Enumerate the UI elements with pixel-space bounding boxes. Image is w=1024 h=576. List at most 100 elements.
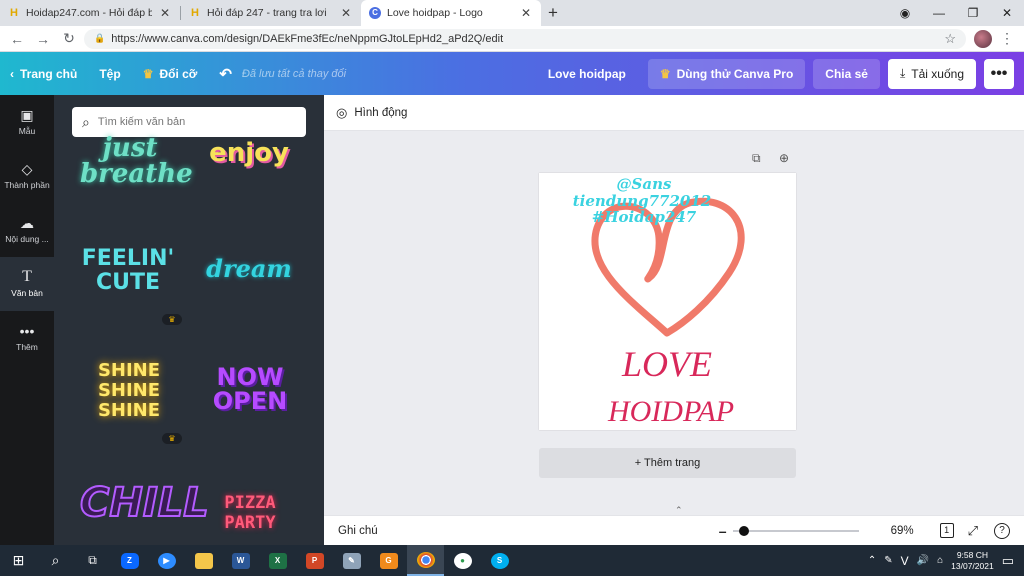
task-view-icon: ⧉ xyxy=(88,553,97,567)
word-app[interactable]: W xyxy=(222,545,259,576)
vertical-scrollbar[interactable] xyxy=(1016,131,1022,491)
browser-tab-bar: H Hoidap247.com - Hỏi đáp bài tập ✕ H Hỏ… xyxy=(0,0,1024,26)
close-window-icon[interactable]: ✕ xyxy=(990,6,1024,20)
more-options-button[interactable]: ••• xyxy=(984,58,1014,89)
search-taskbar-button[interactable]: ⌕ xyxy=(37,545,74,576)
design-name[interactable]: Love hoidpap xyxy=(548,67,626,81)
canva-favicon-icon: C xyxy=(369,7,381,19)
bookmark-star-icon[interactable]: ☆ xyxy=(944,31,956,47)
sticker-chill[interactable]: CHILL xyxy=(79,482,210,524)
sticker-feelin-cute[interactable]: FEELIN' CUTE xyxy=(80,247,176,295)
volume-icon[interactable]: 🔊 xyxy=(917,555,929,566)
forward-icon[interactable]: → xyxy=(32,31,54,47)
share-button[interactable]: Chia sẻ xyxy=(813,58,880,89)
sticker-shine[interactable]: SHINE SHINE SHINE xyxy=(92,361,166,421)
add-page-icon[interactable]: ⊕ xyxy=(779,151,789,165)
file-menu-button[interactable]: Tệp xyxy=(99,67,120,81)
new-tab-button[interactable]: + xyxy=(541,0,565,26)
browser-tab-3[interactable]: C Love hoidpap - Logo ✕ xyxy=(361,0,541,26)
sticker-just-breathe[interactable]: just breathe xyxy=(80,135,193,187)
powerpoint-app[interactable]: P xyxy=(296,545,333,576)
left-sidebar-rail: ▣ Mẫu ◇ Thành phần ☁ Nội dung ... T Văn … xyxy=(0,95,54,545)
browser-icon: ● xyxy=(453,552,472,569)
zoom-app[interactable]: ▶ xyxy=(148,545,185,576)
undo-button[interactable]: ↶ xyxy=(219,65,232,83)
rail-item-more[interactable]: ••• Thêm xyxy=(0,311,54,365)
notification-icon[interactable]: ▭ xyxy=(1002,553,1014,569)
zoom-slider-knob[interactable] xyxy=(738,525,749,536)
sticker-dream[interactable]: dream xyxy=(199,257,299,281)
rail-item-templates[interactable]: ▣ Mẫu xyxy=(0,95,54,149)
url-text[interactable]: https://www.canva.com/design/DAEkFme3fEc… xyxy=(111,33,938,45)
layout-icon: ▣ xyxy=(20,107,34,123)
notes-button[interactable]: Ghi chú xyxy=(338,525,378,537)
clock[interactable]: 9:58 CH 13/07/2021 xyxy=(951,550,994,572)
chevron-left-icon: ‹ xyxy=(10,66,14,81)
skype-app[interactable]: S xyxy=(481,545,518,576)
chrome-app[interactable] xyxy=(407,545,444,576)
tray-chevron-icon[interactable]: ⌃ xyxy=(868,555,876,566)
home-button[interactable]: ‹ Trang chủ xyxy=(10,67,77,81)
paint-app[interactable]: ✎ xyxy=(333,545,370,576)
zalo-app[interactable]: Z xyxy=(111,545,148,576)
tab-title: Love hoidpap - Logo xyxy=(387,7,483,19)
excel-app[interactable]: X xyxy=(259,545,296,576)
zoom-level[interactable]: 69% xyxy=(891,525,914,537)
browser-tab-1[interactable]: H Hoidap247.com - Hỏi đáp bài tập ✕ xyxy=(0,0,180,26)
rail-label: Văn bản xyxy=(11,288,43,298)
tab-search-icon[interactable]: ◉ xyxy=(888,6,922,20)
chrome-icon xyxy=(416,551,435,568)
sticker-pizza-party[interactable]: PIZZA PARTY xyxy=(212,493,288,533)
search-input[interactable] xyxy=(97,116,278,128)
unikey-app[interactable]: G xyxy=(370,545,407,576)
fullscreen-icon[interactable]: ⤢ xyxy=(968,523,978,539)
rail-item-elements[interactable]: ◇ Thành phần xyxy=(0,149,54,203)
elements-icon: ◇ xyxy=(21,161,33,177)
system-tray: ⌃ ✎ V 🔊 ⌂ 9:58 CH 13/07/2021 ▭ xyxy=(868,545,1024,576)
zoom-out-icon[interactable]: – xyxy=(719,523,727,539)
reload-icon[interactable]: ↻ xyxy=(58,30,80,47)
unikey-tray-icon[interactable]: ✎ xyxy=(884,555,892,566)
page-count-badge[interactable]: 1 xyxy=(939,523,954,538)
search-icon: ⌕ xyxy=(51,552,60,568)
try-pro-label: Dùng thử Canva Pro xyxy=(676,66,794,81)
animate-icon[interactable]: ◎ xyxy=(336,105,347,121)
url-field[interactable]: 🔒 https://www.canva.com/design/DAEkFme3f… xyxy=(84,28,966,49)
animate-button[interactable]: Hình động xyxy=(354,107,407,119)
lock-icon[interactable]: 🔒 xyxy=(94,33,105,44)
editor-bottom-bar: Ghi chú – 69% 1 ⤢ ? xyxy=(324,515,1024,545)
close-tab-icon[interactable]: ✕ xyxy=(339,6,353,20)
design-page[interactable]: @Sans tiendung772012 #Hoidap247 LOVE HOI… xyxy=(539,173,796,430)
profile-avatar[interactable] xyxy=(974,29,992,48)
rail-label: Thêm xyxy=(16,342,38,352)
close-tab-icon[interactable]: ✕ xyxy=(158,6,172,20)
minimize-icon[interactable]: — xyxy=(922,6,956,20)
resize-button[interactable]: ♛ Đổi cỡ xyxy=(143,67,198,81)
zoom-slider[interactable] xyxy=(732,525,859,536)
network-icon[interactable]: ⌂ xyxy=(937,555,943,566)
paint-icon: ✎ xyxy=(342,552,361,569)
coccoc-app[interactable]: ● xyxy=(444,545,481,576)
download-button[interactable]: ⤓ Tải xuống xyxy=(887,58,976,89)
try-pro-button[interactable]: ♛ Dùng thử Canva Pro xyxy=(647,58,806,89)
search-icon: ⌕ xyxy=(82,113,90,130)
resize-label: Đổi cỡ xyxy=(159,66,198,81)
task-view-button[interactable]: ⧉ xyxy=(74,545,111,576)
add-page-button[interactable]: + Thêm trang xyxy=(539,448,796,478)
close-tab-icon[interactable]: ✕ xyxy=(519,6,533,20)
browser-menu-icon[interactable]: ⋮ xyxy=(996,30,1018,47)
rail-item-uploads[interactable]: ☁ Nội dung ... xyxy=(0,203,54,257)
input-language[interactable]: V xyxy=(901,554,909,568)
duplicate-page-icon[interactable]: ⧉ xyxy=(752,151,761,166)
restore-icon[interactable]: ❐ xyxy=(956,6,990,20)
help-button[interactable]: ? xyxy=(994,522,1010,539)
address-bar: ← → ↻ 🔒 https://www.canva.com/design/DAE… xyxy=(0,26,1024,52)
hoidpap-text: HOIDPAP xyxy=(607,395,734,428)
rail-item-text[interactable]: T Văn bản xyxy=(0,257,54,311)
back-icon[interactable]: ← xyxy=(6,31,28,47)
sticker-now-open[interactable]: NOW OPEN xyxy=(202,365,298,413)
browser-tab-2[interactable]: H Hỏi đáp 247 - trang tra lơi ✕ xyxy=(181,0,361,26)
start-button[interactable]: ⊞ xyxy=(0,545,37,576)
sticker-enjoy[interactable]: enjoy xyxy=(199,140,299,166)
file-explorer-app[interactable] xyxy=(185,545,222,576)
